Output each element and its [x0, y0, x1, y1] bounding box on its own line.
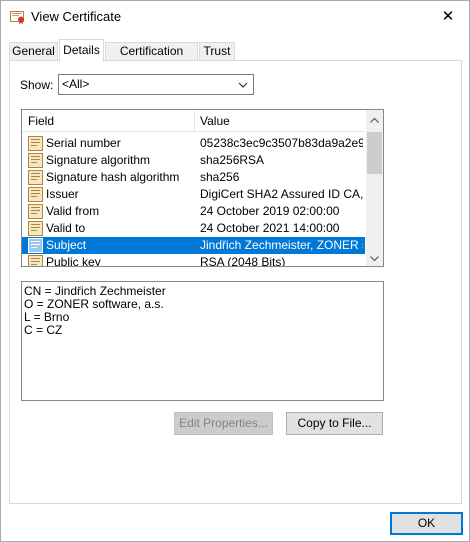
- list-item[interactable]: Issuer DigiCert SHA2 Assured ID CA, ...: [22, 186, 365, 203]
- field-detail-textbox[interactable]: CN = Jindřich Zechmeister O = ZONER soft…: [21, 281, 384, 401]
- certificate-field-icon: [28, 187, 43, 202]
- field-value: sha256RSA: [200, 153, 265, 167]
- field-value: sha256: [200, 170, 240, 184]
- field-name: Signature algorithm: [46, 153, 151, 167]
- field-value: 24 October 2021 14:00:00: [200, 221, 340, 235]
- list-item[interactable]: Valid to 24 October 2021 14:00:00: [22, 220, 365, 237]
- column-header-field[interactable]: Field: [28, 114, 54, 128]
- detail-line: CN = Jindřich Zechmeister: [24, 284, 166, 298]
- show-dropdown[interactable]: <All>: [58, 74, 254, 95]
- close-icon: ✕: [441, 8, 455, 25]
- field-name: Valid to: [46, 221, 86, 235]
- list-item[interactable]: Public key RSA (2048 Bits): [22, 254, 365, 267]
- column-divider[interactable]: [194, 111, 195, 131]
- field-name: Public key: [46, 255, 101, 267]
- ok-button[interactable]: OK: [390, 512, 463, 535]
- detail-line: O = ZONER software, a.s.: [24, 297, 164, 311]
- list-item[interactable]: Signature hash algorithm sha256: [22, 169, 365, 186]
- field-value: Jindřich Zechmeister, ZONER s...: [200, 238, 363, 252]
- chevron-up-icon: [370, 112, 379, 126]
- certificate-field-icon: [28, 170, 43, 185]
- field-name: Signature hash algorithm: [46, 170, 180, 184]
- show-dropdown-value: <All>: [62, 77, 90, 91]
- detail-line: L = Brno: [24, 310, 70, 324]
- list-item[interactable]: Signature algorithm sha256RSA: [22, 152, 365, 169]
- list-item-selected[interactable]: Subject Jindřich Zechmeister, ZONER s...: [22, 237, 365, 254]
- listview-header: Field Value: [22, 110, 365, 132]
- detail-line: C = CZ: [24, 323, 63, 337]
- scrollbar-thumb[interactable]: [367, 132, 382, 174]
- field-value: 05238c3ec9c3507b83da9a2e9...: [200, 136, 363, 150]
- close-button[interactable]: ✕: [433, 5, 463, 27]
- fields-listview[interactable]: Field Value Serial number 05238c3ec9c350…: [21, 109, 384, 267]
- title-bar[interactable]: View Certificate ✕: [1, 1, 469, 31]
- tab-certification-path[interactable]: Certification Path: [105, 42, 198, 75]
- certificate-field-icon: [28, 204, 43, 219]
- chevron-down-icon: [237, 79, 249, 91]
- scroll-down-button[interactable]: [366, 249, 383, 266]
- tab-general[interactable]: General: [9, 42, 58, 61]
- certificate-field-icon: [28, 153, 43, 168]
- edit-properties-button[interactable]: Edit Properties...: [174, 412, 273, 435]
- show-label: Show:: [20, 78, 54, 92]
- certificate-field-icon: [28, 221, 43, 236]
- list-item[interactable]: Serial number 05238c3ec9c3507b83da9a2e9.…: [22, 135, 365, 152]
- field-value: 24 October 2019 02:00:00: [200, 204, 340, 218]
- field-name: Issuer: [46, 187, 79, 201]
- certificate-field-icon: [28, 255, 43, 266]
- field-name: Valid from: [46, 204, 100, 218]
- tab-details[interactable]: Details: [59, 39, 104, 62]
- list-item[interactable]: Valid from 24 October 2019 02:00:00: [22, 203, 365, 220]
- certificate-icon: [10, 10, 26, 24]
- certificate-field-icon: [28, 136, 43, 151]
- certificate-field-icon: [28, 238, 43, 253]
- tab-trust[interactable]: Trust: [199, 42, 235, 61]
- view-certificate-window: View Certificate ✕ General Details Certi…: [0, 0, 470, 542]
- column-header-value[interactable]: Value: [200, 114, 230, 128]
- chevron-down-icon: [370, 251, 379, 265]
- window-title: View Certificate: [31, 9, 122, 24]
- field-value: DigiCert SHA2 Assured ID CA, ...: [200, 187, 363, 201]
- field-name: Serial number: [46, 136, 121, 150]
- scroll-up-button[interactable]: [366, 110, 383, 127]
- vertical-scrollbar[interactable]: [366, 110, 383, 266]
- field-name: Subject: [46, 238, 87, 252]
- copy-to-file-button[interactable]: Copy to File...: [286, 412, 383, 435]
- field-value: RSA (2048 Bits): [200, 255, 286, 267]
